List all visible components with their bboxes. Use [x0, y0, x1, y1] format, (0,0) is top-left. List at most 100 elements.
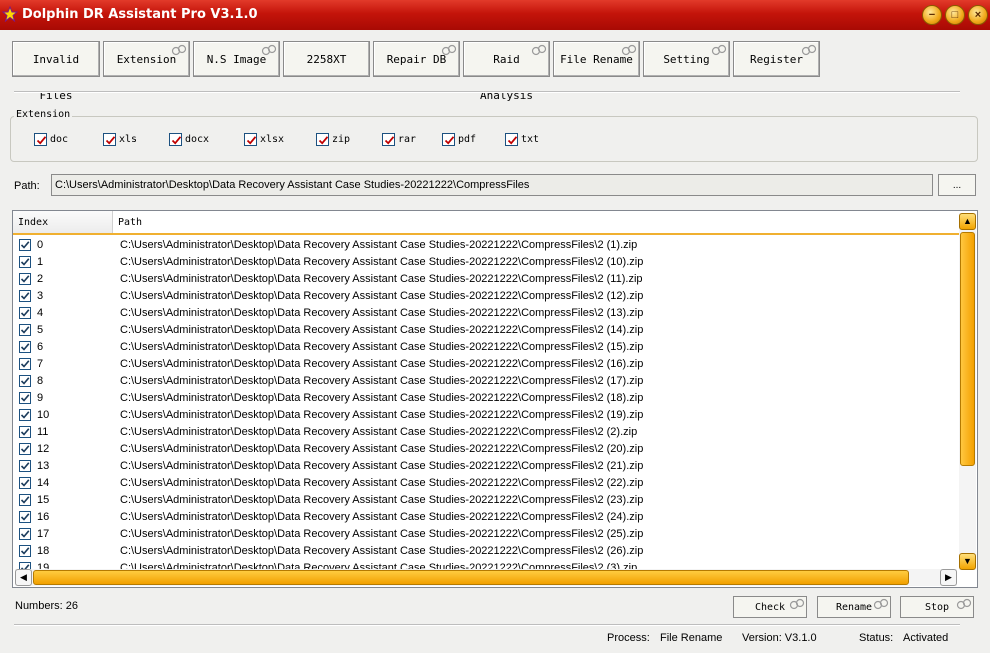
row-path: C:\Users\Administrator\Desktop\Data Reco…	[120, 545, 644, 557]
row-path: C:\Users\Administrator\Desktop\Data Reco…	[120, 460, 644, 472]
row-checkbox[interactable]	[19, 307, 31, 319]
ring-decoration-icon	[873, 598, 889, 610]
table-row[interactable]: 16 C:\Users\Administrator\Desktop\Data Re…	[13, 509, 959, 526]
checkbox-doc[interactable]	[34, 133, 47, 146]
checkbox-xls[interactable]	[103, 133, 116, 146]
checkbox-docx[interactable]	[169, 133, 182, 146]
file-grid[interactable]: Index Path 0 C:\Users\Administrator\Deskt…	[12, 210, 978, 588]
column-header-path[interactable]: Path	[114, 211, 142, 233]
check-button[interactable]: Check	[733, 596, 807, 618]
table-row[interactable]: 17 C:\Users\Administrator\Desktop\Data Re…	[13, 526, 959, 543]
checkbox-xlsx[interactable]	[244, 133, 257, 146]
row-checkbox[interactable]	[19, 443, 31, 455]
scroll-down-button[interactable]: ▼	[959, 553, 976, 570]
app-star-icon	[2, 6, 18, 22]
vertical-scrollbar[interactable]: ▲ ▼	[959, 213, 976, 570]
horizontal-scroll-thumb[interactable]	[33, 570, 909, 585]
row-path: C:\Users\Administrator\Desktop\Data Reco…	[120, 477, 644, 489]
scroll-left-button[interactable]: ◀	[15, 569, 32, 586]
stop-button[interactable]: Stop	[900, 596, 974, 618]
file-rename-button[interactable]: File Rename	[553, 41, 640, 77]
table-row[interactable]: 13 C:\Users\Administrator\Desktop\Data Re…	[13, 458, 959, 475]
row-checkbox[interactable]	[19, 409, 31, 421]
row-index: 7	[37, 358, 44, 370]
extension-button[interactable]: Extension	[103, 41, 190, 77]
row-index: 17	[37, 528, 50, 540]
table-row[interactable]: 1 C:\Users\Administrator\Desktop\Data Rec…	[13, 254, 959, 271]
row-checkbox[interactable]	[19, 426, 31, 438]
ring-decoration-icon	[711, 44, 727, 56]
row-checkbox[interactable]	[19, 290, 31, 302]
table-row[interactable]: 0 C:\Users\Administrator\Desktop\Data Rec…	[13, 237, 959, 254]
status-value: Activated	[903, 632, 949, 644]
row-checkbox[interactable]	[19, 256, 31, 268]
close-icon: ×	[974, 9, 982, 21]
row-path: C:\Users\Administrator\Desktop\Data Reco…	[120, 307, 644, 319]
row-checkbox[interactable]	[19, 511, 31, 523]
table-row[interactable]: 18 C:\Users\Administrator\Desktop\Data Re…	[13, 543, 959, 560]
column-header-index[interactable]: Index	[13, 211, 113, 233]
row-checkbox[interactable]	[19, 545, 31, 557]
ns-image-button[interactable]: N.S Image	[193, 41, 280, 77]
table-row[interactable]: 12 C:\Users\Administrator\Desktop\Data Re…	[13, 441, 959, 458]
checkbox-pdf[interactable]	[442, 133, 455, 146]
rename-button[interactable]: Rename	[817, 596, 891, 618]
checkbox-rar[interactable]	[382, 133, 395, 146]
horizontal-scrollbar[interactable]: ◀ ▶	[15, 569, 957, 586]
row-index: 18	[37, 545, 50, 557]
table-row[interactable]: 10 C:\Users\Administrator\Desktop\Data Re…	[13, 407, 959, 424]
repair-db-button[interactable]: Repair DB	[373, 41, 460, 77]
checkbox-label-xls: xls	[119, 134, 138, 145]
table-row[interactable]: 6 C:\Users\Administrator\Desktop\Data Rec…	[13, 339, 959, 356]
2258xt-button[interactable]: 2258XT	[283, 41, 370, 77]
scroll-right-button[interactable]: ▶	[940, 569, 957, 586]
setting-button[interactable]: Setting	[643, 41, 730, 77]
checkbox-label-pdf: pdf	[458, 134, 477, 145]
table-row[interactable]: 11 C:\Users\Administrator\Desktop\Data Re…	[13, 424, 959, 441]
row-checkbox[interactable]	[19, 239, 31, 251]
row-checkbox[interactable]	[19, 341, 31, 353]
path-field[interactable]: C:\Users\Administrator\Desktop\Data Reco…	[51, 174, 933, 196]
row-checkbox[interactable]	[19, 494, 31, 506]
row-path: C:\Users\Administrator\Desktop\Data Reco…	[120, 443, 644, 455]
table-row[interactable]: 7 C:\Users\Administrator\Desktop\Data Rec…	[13, 356, 959, 373]
row-checkbox[interactable]	[19, 392, 31, 404]
vertical-scroll-thumb[interactable]	[960, 232, 975, 466]
table-row[interactable]: 8 C:\Users\Administrator\Desktop\Data Rec…	[13, 373, 959, 390]
scroll-up-button[interactable]: ▲	[959, 213, 976, 230]
register-button[interactable]: Register	[733, 41, 820, 77]
browse-button[interactable]: ...	[938, 174, 976, 196]
version-text: Version: V3.1.0	[742, 632, 817, 644]
maximize-button[interactable]: □	[945, 5, 965, 25]
ring-decoration-icon	[531, 44, 547, 56]
close-button[interactable]: ×	[968, 5, 988, 25]
table-row[interactable]: 5 C:\Users\Administrator\Desktop\Data Rec…	[13, 322, 959, 339]
table-row[interactable]: 4 C:\Users\Administrator\Desktop\Data Rec…	[13, 305, 959, 322]
row-checkbox[interactable]	[19, 460, 31, 472]
checkbox-zip[interactable]	[316, 133, 329, 146]
invalid-files-button[interactable]: Invalid Files	[12, 41, 100, 102]
row-checkbox[interactable]	[19, 528, 31, 540]
table-row[interactable]: 2 C:\Users\Administrator\Desktop\Data Rec…	[13, 271, 959, 288]
row-path: C:\Users\Administrator\Desktop\Data Reco…	[120, 511, 644, 523]
checkbox-label-doc: doc	[50, 134, 69, 145]
checkbox-label-rar: rar	[398, 134, 417, 145]
table-row[interactable]: 14 C:\Users\Administrator\Desktop\Data Re…	[13, 475, 959, 492]
row-path: C:\Users\Administrator\Desktop\Data Reco…	[120, 273, 643, 285]
table-row[interactable]: 15 C:\Users\Administrator\Desktop\Data Re…	[13, 492, 959, 509]
checkbox-txt[interactable]	[505, 133, 518, 146]
row-index: 16	[37, 511, 50, 523]
table-row[interactable]: 3 C:\Users\Administrator\Desktop\Data Rec…	[13, 288, 959, 305]
grid-rows: 0 C:\Users\Administrator\Desktop\Data Rec…	[13, 237, 959, 577]
row-index: 9	[37, 392, 44, 404]
table-row[interactable]: 9 C:\Users\Administrator\Desktop\Data Rec…	[13, 390, 959, 407]
ring-decoration-icon	[621, 44, 637, 56]
row-checkbox[interactable]	[19, 324, 31, 336]
row-checkbox[interactable]	[19, 477, 31, 489]
raid-analysis-button[interactable]: Raid Analysis	[463, 41, 550, 102]
row-checkbox[interactable]	[19, 375, 31, 387]
minimize-button[interactable]: −	[922, 5, 942, 25]
row-checkbox[interactable]	[19, 358, 31, 370]
checkbox-label-txt: txt	[521, 134, 540, 145]
row-checkbox[interactable]	[19, 273, 31, 285]
